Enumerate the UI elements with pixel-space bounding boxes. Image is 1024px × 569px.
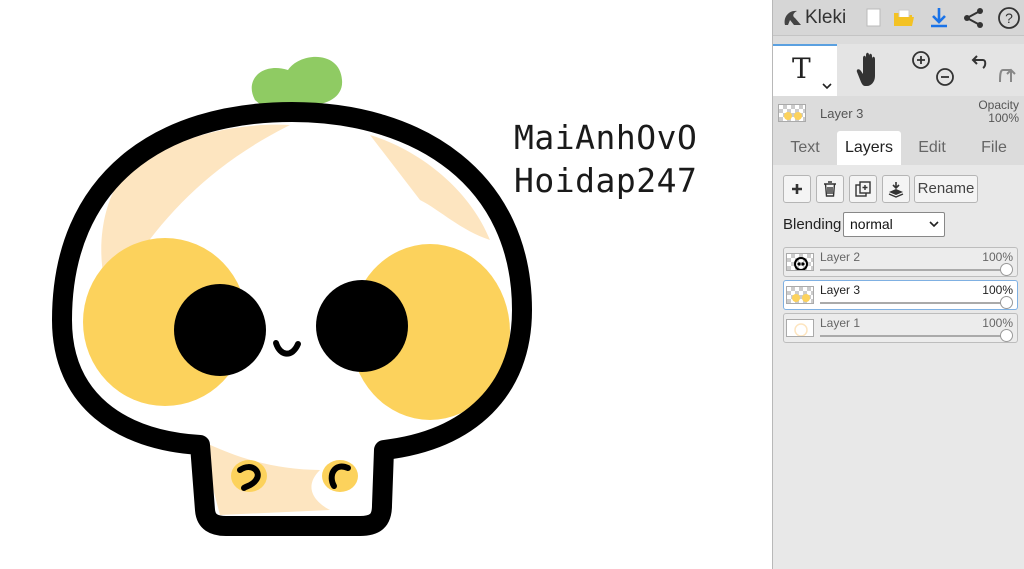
history-controls: [963, 44, 1024, 96]
tab-file[interactable]: File: [965, 131, 1023, 165]
share-icon[interactable]: [960, 4, 988, 32]
layer-row-layer-2[interactable]: Layer 2 100%: [783, 247, 1018, 277]
layer-name: Layer 1: [820, 316, 861, 330]
active-layer-name: Layer 3: [820, 106, 864, 121]
zoom-controls: [901, 44, 963, 96]
blending-value: normal: [850, 216, 893, 232]
layer-opacity-slider[interactable]: [820, 269, 1005, 271]
layer-name: Layer 2: [820, 250, 861, 264]
panel-tabs: Text Layers Edit File: [773, 131, 1024, 165]
layer-opacity-knob[interactable]: [1000, 296, 1013, 309]
open-folder-icon[interactable]: [890, 4, 918, 32]
help-icon[interactable]: ?: [995, 4, 1023, 32]
layer-opacity-slider[interactable]: [820, 302, 1005, 304]
add-layer-button[interactable]: [783, 175, 811, 203]
merge-down-button[interactable]: [882, 175, 910, 203]
download-icon[interactable]: [925, 4, 953, 32]
layer-opacity-slider[interactable]: [820, 335, 1005, 337]
sprout-leaf: [251, 56, 343, 106]
canvas-text-line-1: MaiAnhOvO: [514, 118, 698, 157]
opacity-readout[interactable]: Opacity 100%: [978, 99, 1019, 125]
add-layer-icon: [792, 184, 802, 194]
app-name: Kleki: [805, 7, 847, 28]
side-panel: Kleki ? T Layer 3 Opacity 100% Text Laye…: [772, 0, 1024, 569]
layers-panel: Rename Blending normal Layer 2 100% Laye…: [773, 165, 1024, 569]
eye-left: [174, 284, 266, 376]
layer-opacity: 100%: [982, 316, 1013, 330]
duplicate-layer-icon: [855, 181, 871, 197]
svg-text:?: ?: [1005, 10, 1013, 26]
layer-thumbnail: [786, 286, 814, 304]
app-logo: Kleki: [781, 6, 846, 30]
layer-row-layer-1[interactable]: Layer 1 100%: [783, 313, 1018, 343]
hand-tool-icon: [856, 52, 875, 86]
layer-opacity: 100%: [982, 250, 1013, 264]
tab-text[interactable]: Text: [775, 131, 835, 165]
rename-layer-button[interactable]: Rename: [914, 175, 978, 203]
layer-opacity-knob[interactable]: [1000, 263, 1013, 276]
drawing-canvas[interactable]: MaiAnhOvO Hoidap247: [0, 0, 772, 569]
eye-right: [316, 280, 408, 372]
layer-name: Layer 3: [820, 283, 861, 297]
layer-row-layer-3[interactable]: Layer 3 100%: [783, 280, 1018, 310]
layer-thumbnail: [786, 319, 814, 337]
layer-thumbnail: [786, 253, 814, 271]
text-tool-icon: T: [792, 52, 811, 85]
canvas-text-layer: MaiAnhOvO Hoidap247: [514, 116, 697, 202]
layer-opacity: 100%: [982, 283, 1013, 297]
blending-select[interactable]: normal: [843, 212, 945, 237]
delete-layer-button[interactable]: [816, 175, 844, 203]
new-image-icon[interactable]: [859, 4, 887, 32]
zoom-out-icon[interactable]: [936, 68, 954, 86]
chevron-down-icon: [822, 83, 832, 90]
layer-opacity-knob[interactable]: [1000, 329, 1013, 342]
opacity-value: 100%: [988, 111, 1019, 125]
tab-edit[interactable]: Edit: [904, 131, 960, 165]
hand-tool-button[interactable]: [837, 44, 901, 96]
top-bar: Kleki ?: [773, 0, 1024, 36]
tab-layers[interactable]: Layers: [837, 131, 901, 165]
canvas-text-line-2: Hoidap247: [514, 161, 698, 200]
delete-layer-icon: [824, 181, 836, 197]
tool-row: T: [773, 44, 1024, 96]
active-layer-thumbnail: [778, 104, 806, 122]
zoom-in-icon[interactable]: [912, 51, 930, 69]
active-layer-info: Layer 3 Opacity 100%: [773, 96, 1024, 130]
redo-icon[interactable]: [999, 68, 1016, 83]
duplicate-layer-button[interactable]: [849, 175, 877, 203]
chevron-down-icon: [929, 221, 939, 228]
kleki-logo-icon: [784, 10, 801, 25]
undo-icon[interactable]: [971, 55, 987, 69]
blending-label: Blending: [783, 216, 842, 233]
text-tool-button[interactable]: T: [773, 44, 837, 96]
merge-down-icon: [888, 182, 904, 198]
skull-artwork: [52, 56, 532, 536]
